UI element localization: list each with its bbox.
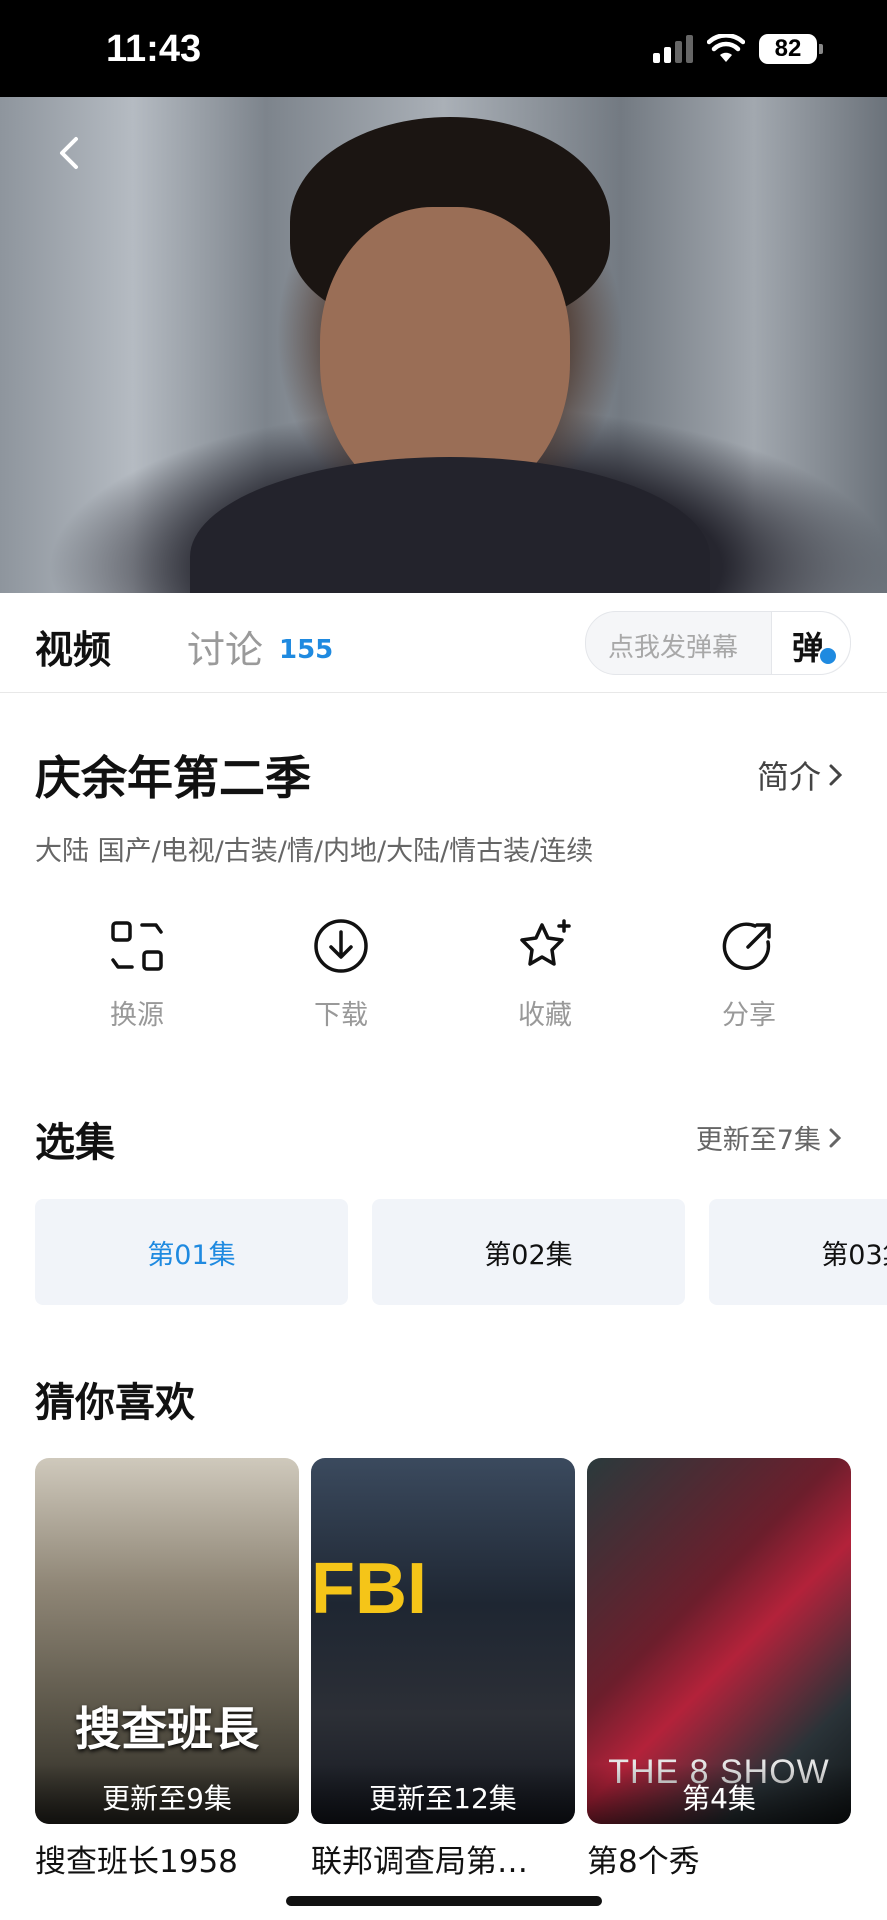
- episode-item[interactable]: 第02集: [372, 1199, 685, 1305]
- tab-video[interactable]: 视频: [35, 619, 111, 674]
- back-icon[interactable]: [44, 127, 96, 179]
- poster-title-art: 搜查班長: [75, 1702, 259, 1756]
- poster-update-badge: 第4集: [587, 1764, 851, 1824]
- action-row: 换源 下载 收藏 分享: [35, 915, 852, 1050]
- recommendation-name: 第8个秀: [587, 1844, 700, 1880]
- danmaku-bar: 点我发弹幕 弹: [585, 611, 851, 675]
- poster-update-badge: 更新至9集: [35, 1764, 299, 1824]
- poster-image: THE 8 SHOW 第4集: [587, 1458, 851, 1824]
- battery-indicator: 82: [759, 34, 823, 64]
- episodes-title: 选集: [35, 1120, 115, 1166]
- recommendation-card[interactable]: 搜查班長 更新至9集 搜查班长1958: [35, 1458, 299, 1881]
- switch-source-button[interactable]: 换源: [35, 915, 239, 1050]
- danmaku-input[interactable]: 点我发弹幕: [608, 627, 738, 664]
- recommendation-name: 联邦调查局第…: [311, 1844, 528, 1880]
- switch-source-icon: [111, 921, 163, 971]
- download-button[interactable]: 下载: [239, 915, 443, 1050]
- episode-item[interactable]: 第01集: [35, 1199, 348, 1305]
- home-indicator[interactable]: [286, 1896, 602, 1906]
- episodes-update-link[interactable]: 更新至7集: [696, 1118, 845, 1157]
- video-frame-robe: [190, 457, 710, 593]
- recommendation-card[interactable]: FBI 更新至12集 联邦调查局第…: [311, 1458, 575, 1881]
- recommendation-card[interactable]: THE 8 SHOW 第4集 第8个秀: [587, 1458, 851, 1881]
- recommendations-title: 猜你喜欢: [35, 1380, 195, 1426]
- intro-link-label: 简介: [756, 758, 821, 796]
- recommendation-list: 搜查班長 更新至9集 搜查班长1958 FBI 更新至12集 联邦调查局第… T…: [35, 1458, 852, 1881]
- action-label: 下载: [314, 1000, 368, 1031]
- status-icons: 82: [653, 34, 823, 64]
- action-label: 分享: [722, 1000, 776, 1031]
- discuss-count-badge: 155: [279, 635, 334, 665]
- show-tags: 大陆 国产/电视/古装/情/内地/大陆/情古装/连续: [35, 836, 594, 867]
- danmaku-toggle-button[interactable]: 弹: [771, 612, 850, 674]
- poster-title-art: FBI: [311, 1549, 427, 1629]
- favorite-button[interactable]: 收藏: [443, 915, 647, 1050]
- video-player[interactable]: [0, 97, 887, 593]
- poster-image: FBI 更新至12集: [311, 1458, 575, 1824]
- episodes-update-label: 更新至7集: [695, 1125, 821, 1156]
- cellular-signal-icon: [653, 35, 693, 63]
- action-label: 收藏: [518, 1000, 572, 1031]
- intro-link[interactable]: 简介: [757, 752, 845, 798]
- status-time: 11:43: [106, 28, 202, 70]
- favorite-star-icon: [520, 919, 571, 966]
- status-bar: 11:43 82: [0, 0, 887, 97]
- poster-update-badge: 更新至12集: [311, 1764, 575, 1824]
- poster-image: 搜查班長 更新至9集: [35, 1458, 299, 1824]
- wifi-icon: [707, 34, 745, 62]
- episode-list: 第01集 第02集 第03集: [35, 1199, 887, 1305]
- tab-discuss[interactable]: 讨论: [187, 619, 263, 674]
- episode-item[interactable]: 第03集: [709, 1199, 887, 1305]
- tab-bar: 视频 讨论 155 点我发弹幕 弹: [0, 593, 887, 693]
- recommendation-name: 搜查班长1958: [35, 1844, 238, 1880]
- download-icon: [314, 919, 368, 973]
- chevron-right-icon: [829, 1128, 842, 1147]
- action-label: 换源: [110, 1000, 164, 1031]
- check-badge-icon: [818, 646, 838, 666]
- share-button[interactable]: 分享: [647, 915, 851, 1050]
- show-title: 庆余年第二季: [35, 751, 311, 805]
- share-icon: [722, 922, 771, 970]
- chevron-right-icon: [829, 764, 843, 786]
